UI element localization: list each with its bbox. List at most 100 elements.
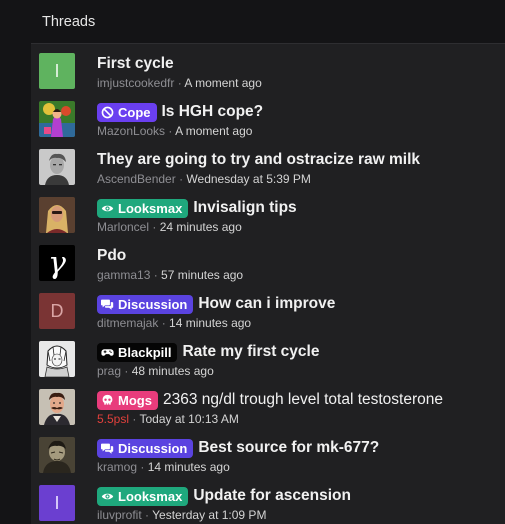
meta-separator: · [121,364,132,378]
prefix-label: Looksmax [118,488,183,504]
thread-title-line: Looksmax Update for ascension [97,485,501,507]
thread-author-link[interactable]: iluvprofit [97,508,142,522]
left-edge-strip [0,0,31,524]
thread-text: Discussion Best source for mk-677? kramog … [97,437,501,474]
thread-row[interactable]: γ Pdo gamma13 · 57 minutes ago [31,241,505,289]
thread-row[interactable]: Discussion Best source for mk-677? kramog … [31,433,505,481]
thread-timestamp[interactable]: 14 minutes ago [169,316,251,330]
ban-icon [101,106,118,119]
prefix-label: Discussion [118,440,188,456]
thread-author-link[interactable]: prag [97,364,121,378]
meta-separator: · [175,172,187,186]
thread-text: Looksmax Invisalign tips Marloncel · 24 mi… [97,197,501,234]
thread-meta: gamma13 · 57 minutes ago [97,268,501,282]
thread-meta: kramog · 14 minutes ago [97,460,501,474]
thread-text: Cope Is HGH cope? MazonLooks · A moment ag… [97,101,501,138]
thread-timestamp[interactable]: Yesterday at 1:09 PM [152,508,266,522]
skull-icon [101,394,118,407]
eye-icon [101,202,118,215]
thread-title-link[interactable]: How can i improve [198,295,335,313]
thread-meta: AscendBender · Wednesday at 5:39 PM [97,172,501,186]
thread-meta: Marloncel · 24 minutes ago [97,220,501,234]
thread-title-line: First cycle [97,53,501,75]
meta-separator: · [174,76,185,90]
thread-author-link[interactable]: 5.5psl [97,412,129,426]
thread-row[interactable]: They are going to try and ostracize raw … [31,145,505,193]
prefix-label: Discussion [118,296,188,312]
thread-title-link[interactable]: Is HGH cope? [162,103,264,121]
manga-portrait-avatar[interactable] [39,341,75,377]
eye-icon [101,490,118,503]
thread-text: Mogs 2363 ng/dl trough level total testos… [97,389,501,426]
thread-prefix-badge[interactable]: Looksmax [97,198,189,218]
meta-separator: · [149,220,160,234]
thread-row[interactable]: Cope Is HGH cope? MazonLooks · A moment ag… [31,97,505,145]
colorful-figure-avatar[interactable] [39,101,75,137]
thread-timestamp[interactable]: A moment ago [175,124,252,138]
thread-title-link[interactable]: 2363 ng/dl trough level total testostero… [163,391,443,409]
thread-title-link[interactable]: Rate my first cycle [182,343,319,361]
grayscale-portrait-avatar[interactable] [39,149,75,185]
thread-prefix-badge[interactable]: Discussion [97,294,194,314]
thread-author-link[interactable]: ditmemajak [97,316,158,330]
thread-timestamp[interactable]: 14 minutes ago [148,460,230,474]
thread-row[interactable]: Mogs 2363 ng/dl trough level total testos… [31,385,505,433]
user-avatar-letter[interactable]: I [39,53,75,89]
meta-separator: · [165,124,176,138]
thread-author-link[interactable]: AscendBender [97,172,176,186]
panel-header: Threads [31,0,505,44]
user-avatar-letter[interactable]: D [39,293,75,329]
thread-timestamp[interactable]: 48 minutes ago [132,364,214,378]
user-avatar-letter[interactable]: γ [39,245,75,281]
gamepad-icon [101,346,118,359]
user-avatar-letter[interactable]: I [39,485,75,521]
thread-prefix-badge[interactable]: Mogs [97,390,158,410]
thread-meta: 5.5psl · Today at 10:13 AM [97,412,501,426]
thread-row[interactable]: Looksmax Invisalign tips Marloncel · 24 mi… [31,193,505,241]
thread-timestamp[interactable]: Wednesday at 5:39 PM [186,172,311,186]
thread-row[interactable]: Blackpill Rate my first cycle prag · 48 mi… [31,337,505,385]
prefix-label: Cope [118,104,151,120]
thread-prefix-badge[interactable]: Cope [97,102,157,122]
thread-row[interactable]: I Looksmax Update for ascension iluvprofit … [31,481,505,524]
thread-title-link[interactable]: They are going to try and ostracize raw … [97,151,420,169]
thread-author-link[interactable]: kramog [97,460,137,474]
thread-author-link[interactable]: imjustcookedfr [97,76,174,90]
chat-bubbles-icon [101,298,118,311]
thread-meta: ditmemajak · 14 minutes ago [97,316,501,330]
thread-author-link[interactable]: MazonLooks [97,124,165,138]
thread-timestamp[interactable]: 24 minutes ago [160,220,242,234]
thread-text: First cycle imjustcookedfr · A moment ago [97,53,501,90]
thread-row[interactable]: D Discussion How can i improve ditmemajak ·… [31,289,505,337]
prefix-label: Mogs [118,392,152,408]
thread-timestamp[interactable]: Today at 10:13 AM [139,412,238,426]
thread-timestamp[interactable]: A moment ago [184,76,261,90]
thread-title-link[interactable]: Pdo [97,247,126,265]
thread-prefix-badge[interactable]: Blackpill [97,342,178,362]
meta-separator: · [141,508,153,522]
thread-text: They are going to try and ostracize raw … [97,149,501,186]
thread-text: Pdo gamma13 · 57 minutes ago [97,245,501,282]
thread-title-link[interactable]: First cycle [97,55,174,73]
thread-title-link[interactable]: Invisalign tips [193,199,296,217]
thread-title-line: Mogs 2363 ng/dl trough level total testos… [97,389,501,411]
thread-title-line: Looksmax Invisalign tips [97,197,501,219]
thread-text: Discussion How can i improve ditmemajak · … [97,293,501,330]
thread-meta: MazonLooks · A moment ago [97,124,501,138]
thread-title-link[interactable]: Update for ascension [193,487,351,505]
thread-title-line: Discussion How can i improve [97,293,501,315]
thread-prefix-badge[interactable]: Looksmax [97,486,189,506]
thread-author-link[interactable]: Marloncel [97,220,149,234]
thread-timestamp[interactable]: 57 minutes ago [161,268,243,282]
meta-separator: · [129,412,140,426]
thread-title-link[interactable]: Best source for mk-677? [198,439,379,457]
thread-title-line: Pdo [97,245,501,267]
dark-sketch-avatar[interactable] [39,437,75,473]
mustache-portrait-avatar[interactable] [39,389,75,425]
thread-row[interactable]: I First cycle imjustcookedfr · A moment ag… [31,49,505,97]
thread-prefix-badge[interactable]: Discussion [97,438,194,458]
thread-author-link[interactable]: gamma13 [97,268,150,282]
thread-meta: prag · 48 minutes ago [97,364,501,378]
blonde-portrait-avatar[interactable] [39,197,75,233]
panel-title: Threads [42,13,96,30]
